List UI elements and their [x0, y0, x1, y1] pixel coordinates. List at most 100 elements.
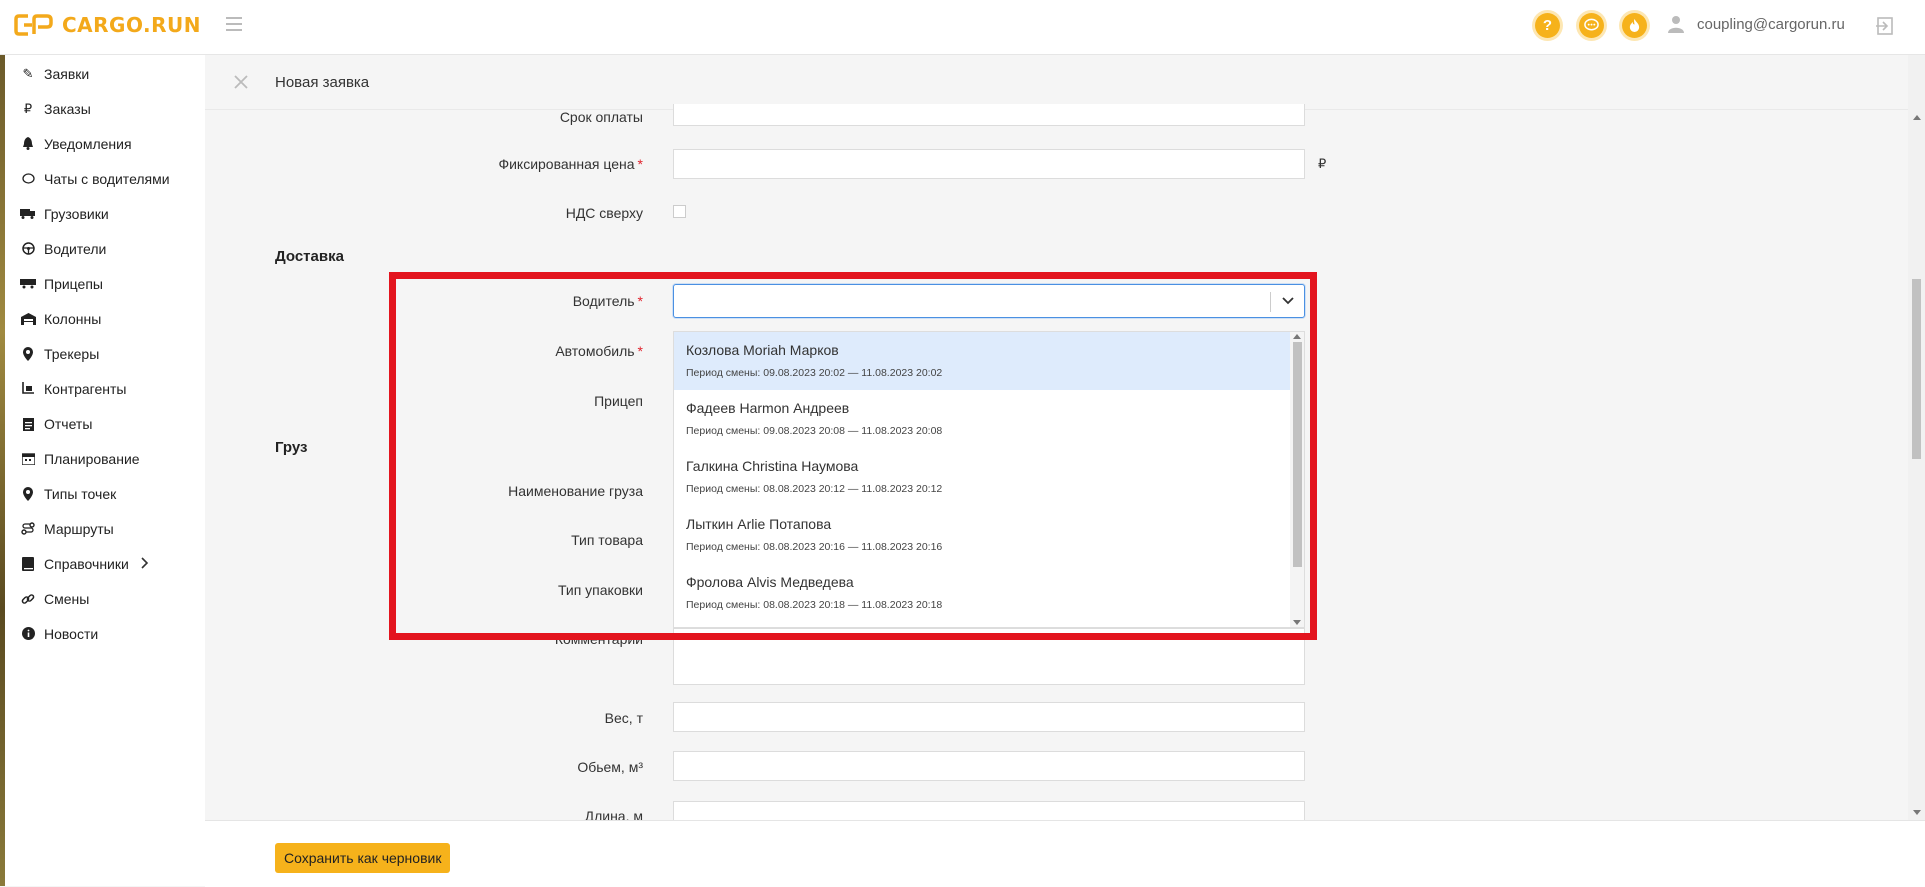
help-icon[interactable]: ? — [1535, 13, 1560, 38]
fixed-price-label-text: Фиксированная цена — [498, 156, 635, 172]
vat-label: НДС сверху — [565, 205, 643, 221]
sidebar-item-news[interactable]: Новости — [5, 616, 205, 651]
driver-option-name: Лыткин Arlie Потапова — [686, 516, 832, 532]
sidebar-item-requests[interactable]: ✎ Заявки — [5, 56, 205, 91]
trailer-icon — [20, 276, 36, 292]
comment-textarea[interactable] — [673, 628, 1305, 685]
select-separator — [1270, 292, 1271, 312]
chat-icon — [20, 171, 36, 187]
chat-icon[interactable] — [1579, 13, 1604, 38]
required-mark: * — [637, 156, 643, 172]
delivery-section-title: Доставка — [275, 248, 344, 265]
driver-label: Водитель * — [343, 293, 643, 309]
sidebar-item-label: Прицепы — [44, 275, 103, 292]
user-icon — [1668, 16, 1684, 33]
vat-checkbox[interactable] — [673, 205, 686, 218]
fixed-price-input[interactable] — [673, 149, 1305, 179]
volume-input[interactable] — [673, 751, 1305, 781]
sidebar-item-label: Чаты с водителями — [44, 170, 170, 187]
driver-option-name: Фролова Alvis Медведева — [686, 574, 854, 590]
sidebar-item-label: Трекеры — [44, 345, 100, 362]
sidebar-item-planning[interactable]: Планирование — [5, 441, 205, 476]
book-icon — [20, 556, 36, 572]
bell-icon — [20, 136, 36, 152]
user-menu[interactable]: coupling@cargorun.ru — [1667, 15, 1845, 33]
sidebar-item-driver-chats[interactable]: Чаты с водителями — [5, 161, 205, 196]
chevron-right-icon — [141, 556, 149, 572]
length-input[interactable] — [673, 801, 1305, 820]
driver-option-name: Козлова Moriah Марков — [686, 342, 839, 358]
main-content: Новая заявка Срок оплаты Фиксированная ц… — [205, 55, 1925, 824]
page-title: Новая заявка — [275, 74, 370, 91]
driver-option-shift: Период смены: 08.08.2023 20:18 — 11.08.2… — [686, 599, 943, 611]
driver-option[interactable]: Галкина Christina Наумова Период смены: … — [674, 448, 1291, 506]
clipboard-icon — [20, 416, 36, 432]
map-pin-icon — [20, 486, 36, 502]
driver-label-text: Водитель — [572, 293, 635, 309]
sidebar-item-trucks[interactable]: Грузовики — [5, 196, 205, 231]
sidebar-item-label: Справочники — [44, 555, 129, 572]
save-draft-button[interactable]: Сохранить как черновик — [275, 843, 451, 873]
driver-select[interactable] — [673, 284, 1305, 318]
sidebar-item-label: Грузовики — [44, 205, 109, 222]
driver-option[interactable]: Лыткин Arlie Потапова Период смены: 08.0… — [674, 506, 1291, 564]
steering-wheel-icon — [20, 241, 36, 257]
weight-input[interactable] — [673, 702, 1305, 732]
sidebar-item-label: Колонны — [44, 310, 102, 327]
map-pin-icon — [20, 346, 36, 362]
scroll-up-arrow-icon[interactable] — [1913, 115, 1921, 120]
sidebar-item-references[interactable]: Справочники — [5, 546, 205, 581]
dolly-icon — [20, 381, 36, 397]
sidebar-item-label: Контрагенты — [44, 380, 127, 397]
dropdown-scrollbar-thumb[interactable] — [1293, 342, 1302, 567]
driver-option[interactable]: Фролова Alvis Медведева Период смены: 08… — [674, 564, 1291, 622]
edit-icon: ✎ — [22, 65, 34, 81]
driver-option[interactable]: Фадеев Harmon Андреев Период смены: 09.0… — [674, 390, 1291, 448]
logo[interactable]: CARGO.RUN — [14, 12, 201, 38]
sidebar-item-label: Маршруты — [44, 520, 114, 537]
payment-term-label: Срок оплаты — [559, 109, 643, 125]
sidebar-item-point-types[interactable]: Типы точек — [5, 476, 205, 511]
dropdown-scrollbar[interactable] — [1290, 332, 1304, 627]
driver-option[interactable]: Козлова Moriah Марков Период смены: 09.0… — [674, 332, 1291, 390]
menu-toggle-icon[interactable] — [226, 17, 242, 31]
required-mark: * — [637, 343, 643, 359]
sidebar-item-trailers[interactable]: Прицепы — [5, 266, 205, 301]
sidebar-item-label: Смены — [44, 590, 90, 607]
payment-term-input[interactable] — [673, 104, 1305, 126]
sidebar-item-shifts[interactable]: Смены — [5, 581, 205, 616]
scroll-down-arrow-icon[interactable] — [1913, 810, 1921, 815]
sidebar-item-label: Типы точек — [44, 485, 117, 502]
trailer-label: Прицеп — [594, 393, 643, 409]
sidebar-item-label: Новости — [44, 625, 99, 642]
route-icon — [20, 521, 36, 537]
page-scrollbar-thumb[interactable] — [1912, 279, 1921, 459]
comment-label: Комментарий — [554, 631, 643, 647]
sidebar-item-counterparties[interactable]: Контрагенты — [5, 371, 205, 406]
fire-icon[interactable] — [1622, 13, 1647, 38]
scroll-down-arrow-icon[interactable] — [1293, 620, 1301, 625]
driver-option-shift: Период смены: 08.08.2023 20:16 — 11.08.2… — [686, 541, 943, 553]
driver-option-name: Фадеев Harmon Андреев — [686, 400, 850, 416]
sidebar-item-trackers[interactable]: Трекеры — [5, 336, 205, 371]
driver-option-shift: Период смены: 09.08.2023 20:08 — 11.08.2… — [686, 425, 943, 437]
sidebar-item-routes[interactable]: Маршруты — [5, 511, 205, 546]
currency-symbol: ₽ — [1318, 156, 1327, 171]
car-label: Автомобиль * — [343, 343, 643, 359]
sidebar-item-label: Заказы — [44, 100, 91, 117]
sidebar-item-label: Заявки — [44, 65, 90, 82]
page-scrollbar[interactable] — [1908, 55, 1925, 820]
volume-label: Обьем, м³ — [577, 759, 643, 775]
sidebar-item-orders[interactable]: ₽ Заказы — [5, 91, 205, 126]
sidebar-item-columns[interactable]: Колонны — [5, 301, 205, 336]
sidebar-item-reports[interactable]: Отчеты — [5, 406, 205, 441]
logout-icon[interactable] — [1875, 16, 1895, 36]
sidebar-item-drivers[interactable]: Водители — [5, 231, 205, 266]
sidebar-item-label: Отчеты — [44, 415, 93, 432]
sidebar-item-notifications[interactable]: Уведомления — [5, 126, 205, 161]
close-icon[interactable] — [232, 73, 250, 91]
chevron-down-icon[interactable] — [1281, 294, 1295, 308]
driver-option-name: Галкина Christina Наумова — [686, 458, 859, 474]
weight-label: Вес, т — [604, 710, 643, 726]
scroll-up-arrow-icon[interactable] — [1293, 334, 1301, 339]
